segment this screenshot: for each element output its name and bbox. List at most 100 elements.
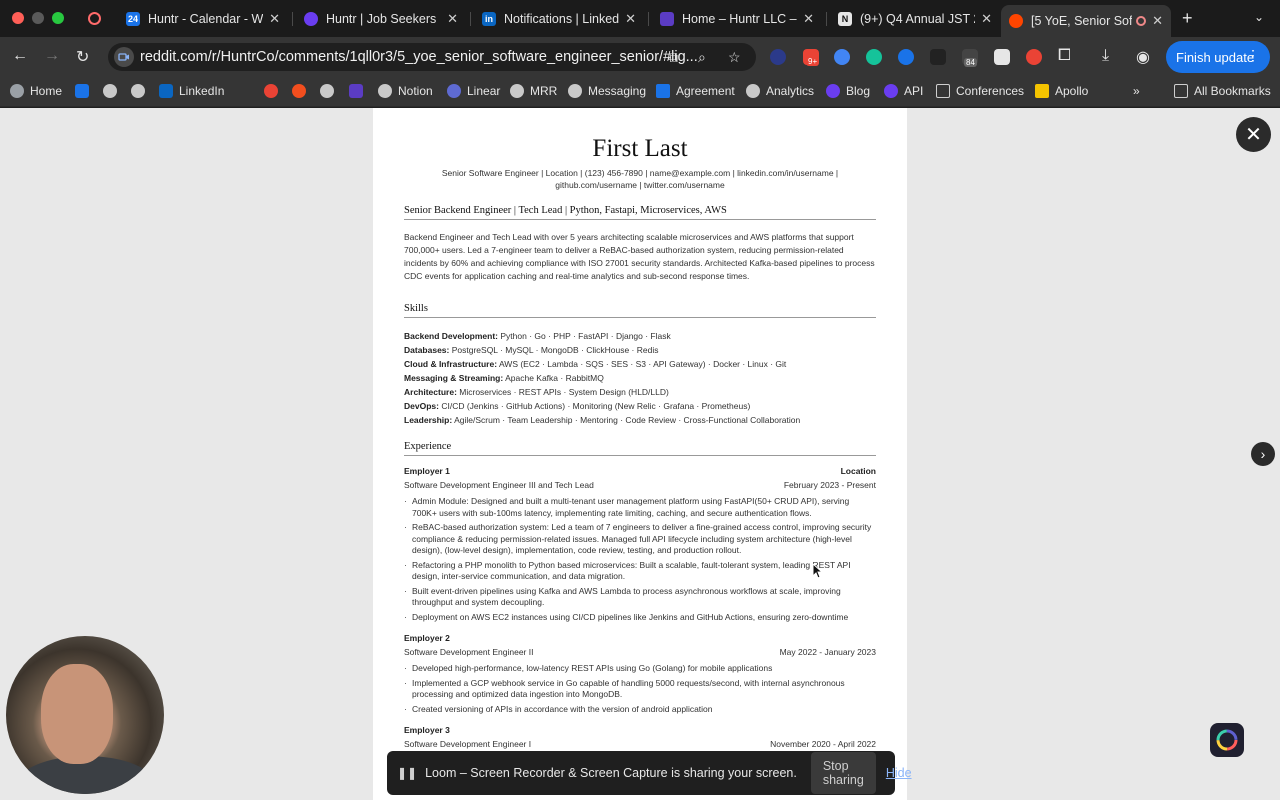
bullet-list: Developed high-performance, low-latency … xyxy=(404,663,876,715)
contact-line: github.com/username | twitter.com/userna… xyxy=(555,180,725,190)
skill-label: Leadership: xyxy=(404,415,453,425)
tab-separator xyxy=(292,12,293,26)
tab-linkedin-notifications[interactable]: in Notifications | LinkedIn ✕ xyxy=(474,5,644,33)
bookmark-home[interactable]: Home xyxy=(10,84,62,98)
tab-strip: 24 Huntr - Calendar - We ✕ Huntr | Job S… xyxy=(0,0,1280,37)
zoom-icon[interactable]: ⌕ xyxy=(698,49,706,66)
tab-huntr-llc-home[interactable]: Home – Huntr LLC – S ✕ xyxy=(652,5,822,33)
extension-icon[interactable] xyxy=(1026,49,1042,65)
tab-title: Notifications | LinkedIn xyxy=(504,12,620,26)
tab-search-chevron-icon[interactable]: ⌄ xyxy=(1254,10,1264,24)
bookmark-label: Linear xyxy=(467,84,501,98)
extension-icon[interactable] xyxy=(834,49,850,65)
bullet-item: Refactoring a PHP monolith to Python bas… xyxy=(404,560,876,583)
skill-label: Databases: xyxy=(404,345,450,355)
tab-huntr-calendar[interactable]: 24 Huntr - Calendar - We ✕ xyxy=(118,5,288,33)
close-icon[interactable]: ✕ xyxy=(269,11,280,27)
extension-icon[interactable] xyxy=(770,49,786,65)
stop-sharing-button[interactable]: Stop sharing xyxy=(810,752,876,794)
role-row: Software Development Engineer I November … xyxy=(404,739,876,749)
bookmark-api[interactable]: API xyxy=(884,84,923,98)
close-lightbox-button[interactable]: ✕ xyxy=(1236,117,1271,152)
bookmark-calendar[interactable] xyxy=(75,84,89,98)
home-icon xyxy=(10,84,24,98)
forward-button[interactable]: → xyxy=(44,47,60,65)
finish-update-button[interactable]: Finish update ⋮ xyxy=(1166,41,1270,73)
bookmark-globe[interactable] xyxy=(131,84,145,98)
bookmark-linkedin[interactable]: LinkedIn xyxy=(159,84,224,98)
extensions-puzzle-icon[interactable]: ⧠ xyxy=(1058,47,1071,65)
bookmark-figma[interactable] xyxy=(292,84,306,98)
tab-separator xyxy=(826,12,827,26)
bookmark-globe[interactable] xyxy=(320,84,334,98)
download-icon[interactable]: ⤓ xyxy=(1102,47,1109,65)
bookmark-analytics[interactable]: Analytics xyxy=(746,84,814,98)
linear-icon xyxy=(447,84,461,98)
globe-icon xyxy=(746,84,760,98)
bookmark-star-icon[interactable]: ☆ xyxy=(728,49,741,66)
webcam-bubble[interactable] xyxy=(6,636,164,794)
bookmark-conferences[interactable]: Conferences xyxy=(936,84,1024,98)
employer-row: Employer 2 xyxy=(404,633,876,643)
more-bookmarks-chevron-icon[interactable]: » xyxy=(1133,84,1140,98)
close-icon[interactable]: ✕ xyxy=(1152,13,1163,29)
more-menu-icon[interactable]: ⋮ xyxy=(1246,47,1260,64)
huntr-icon xyxy=(884,84,898,98)
next-image-button[interactable]: › xyxy=(1251,442,1275,466)
app-launcher-icon[interactable] xyxy=(1210,723,1244,757)
bookmark-apollo[interactable]: Apollo xyxy=(1035,84,1088,98)
grammarly-icon[interactable] xyxy=(866,49,882,65)
back-button[interactable]: ← xyxy=(12,47,28,65)
skill-value: Python · Go · PHP · FastAPI · Django · F… xyxy=(500,331,671,341)
close-icon[interactable]: ✕ xyxy=(981,11,992,27)
bookmark-mrr[interactable]: MRR xyxy=(510,84,557,98)
apollo-icon xyxy=(1035,84,1049,98)
figma-icon xyxy=(292,84,306,98)
bookmark-g[interactable] xyxy=(264,84,278,98)
skill-label: Backend Development: xyxy=(404,331,498,341)
bookmark-globe[interactable] xyxy=(103,84,117,98)
bullet-item: Created versioning of APIs in accordance… xyxy=(404,704,876,716)
bookmark-notion[interactable]: Notion xyxy=(378,84,433,98)
bookmark-label: Agreement xyxy=(676,84,735,98)
notion-icon[interactable] xyxy=(994,49,1010,65)
profile-icon[interactable]: ◉ xyxy=(1136,47,1150,67)
hide-link[interactable]: Hide xyxy=(886,766,912,780)
role-title: Software Development Engineer I xyxy=(404,739,532,749)
close-icon[interactable]: ✕ xyxy=(803,11,814,27)
bookmark-label: All Bookmarks xyxy=(1194,84,1271,98)
bookmark-label: MRR xyxy=(530,84,558,98)
address-bar[interactable]: reddit.com/r/HuntrCo/comments/1qll0r3/5_… xyxy=(108,43,756,71)
window-maximize-button[interactable] xyxy=(52,12,64,24)
site-info-icon[interactable] xyxy=(114,47,134,67)
extension-icon[interactable] xyxy=(898,49,914,65)
bookmark-all[interactable]: All Bookmarks xyxy=(1174,84,1271,98)
bookmark-app[interactable] xyxy=(349,84,363,98)
g-icon xyxy=(264,84,278,98)
bookmark-linear[interactable]: Linear xyxy=(447,84,500,98)
window-minimize-button[interactable] xyxy=(32,12,44,24)
extension-icon[interactable] xyxy=(930,49,946,65)
close-icon[interactable]: ✕ xyxy=(625,11,636,27)
tab-huntr-job-seekers[interactable]: Huntr | Job Seekers ✕ xyxy=(296,5,466,33)
tab-reddit-active[interactable]: [5 YoE, Senior Soft ✕ xyxy=(1001,5,1171,37)
tab-notion-q4-annual[interactable]: N (9+) Q4 Annual JST 20 ✕ xyxy=(830,5,1000,33)
tab-separator xyxy=(648,12,649,26)
bookmark-blog[interactable]: Blog xyxy=(826,84,870,98)
new-tab-button[interactable]: + xyxy=(1182,8,1193,29)
resume-document: First Last Senior Software Engineer | Lo… xyxy=(373,108,907,800)
bookmark-messaging[interactable]: Messaging xyxy=(568,84,646,98)
bookmark-agreement[interactable]: Agreement xyxy=(656,84,735,98)
employer-name: Employer 2 xyxy=(404,633,450,643)
bookmarks-bar: Home LinkedIn Notion Linear MRR Messagin… xyxy=(0,77,1280,107)
role-row: Software Development Engineer III and Te… xyxy=(404,480,876,490)
close-icon[interactable]: ✕ xyxy=(447,11,458,27)
reload-button[interactable]: ↻ xyxy=(76,47,89,67)
skill-row: Messaging & Streaming: Apache Kafka · Ra… xyxy=(404,371,876,385)
install-app-icon[interactable]: ⧉ xyxy=(668,49,678,66)
skill-label: Messaging & Streaming: xyxy=(404,373,504,383)
skill-label: Architecture: xyxy=(404,387,457,397)
screen-share-message: Loom – Screen Recorder & Screen Capture … xyxy=(425,766,797,780)
window-close-button[interactable] xyxy=(12,12,24,24)
huntr-icon xyxy=(304,12,318,26)
